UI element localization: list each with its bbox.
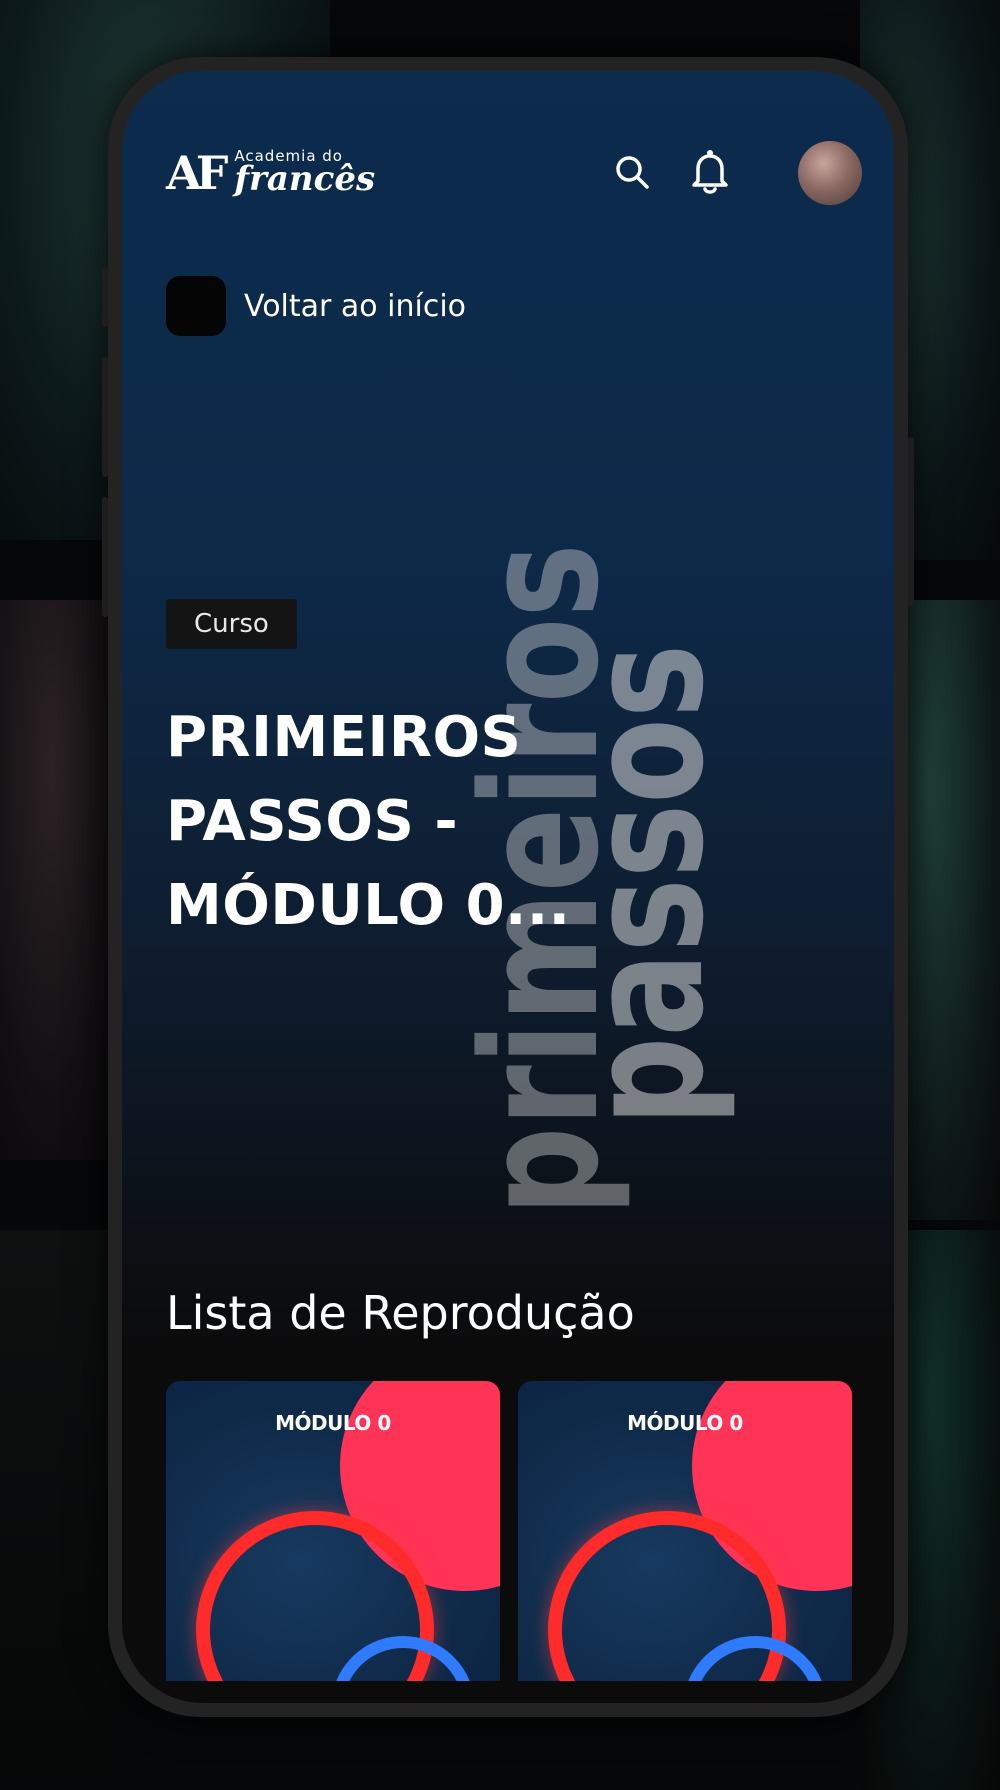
search-icon bbox=[616, 156, 649, 189]
app-logo[interactable]: AF Academia do francês bbox=[166, 146, 376, 200]
phone-volume-up bbox=[102, 357, 108, 477]
course-type-badge: Curso bbox=[166, 599, 297, 649]
logo-bottom-text: francês bbox=[234, 159, 376, 199]
bell-icon bbox=[692, 150, 728, 194]
course-title: PRIMEIROS PASSOS - MÓDULO 0... bbox=[166, 705, 571, 938]
phone-side-button bbox=[102, 267, 108, 327]
logo-wordmark: Academia do francês bbox=[234, 149, 376, 199]
phone-volume-down bbox=[102, 497, 108, 617]
playlist-card[interactable]: MÓDULO 0 bbox=[518, 1381, 852, 1681]
back-to-home-link[interactable]: Voltar ao início bbox=[166, 276, 466, 336]
back-label: Voltar ao início bbox=[244, 288, 467, 324]
logo-mark: AF bbox=[166, 146, 228, 200]
phone-power-button bbox=[908, 437, 914, 607]
back-icon bbox=[166, 276, 226, 336]
card-label: MÓDULO 0 bbox=[627, 1411, 743, 1435]
notifications-button[interactable] bbox=[685, 147, 735, 197]
background-thumbnail-bottom-left bbox=[0, 1230, 120, 1778]
top-bar: AF Academia do francês bbox=[122, 141, 894, 221]
search-button[interactable] bbox=[607, 147, 657, 197]
playlist-cards: MÓDULO 0 MÓDULO 0 bbox=[166, 1381, 852, 1681]
card-label: MÓDULO 0 bbox=[275, 1411, 391, 1435]
playlist-card[interactable]: MÓDULO 0 bbox=[166, 1381, 500, 1681]
app-screen: AF Academia do francês Voltar ao início … bbox=[122, 71, 894, 1703]
user-avatar[interactable] bbox=[798, 141, 862, 205]
playlist-heading: Lista de Reprodução bbox=[166, 1286, 635, 1340]
phone-frame: AF Academia do francês Voltar ao início … bbox=[102, 57, 914, 1717]
